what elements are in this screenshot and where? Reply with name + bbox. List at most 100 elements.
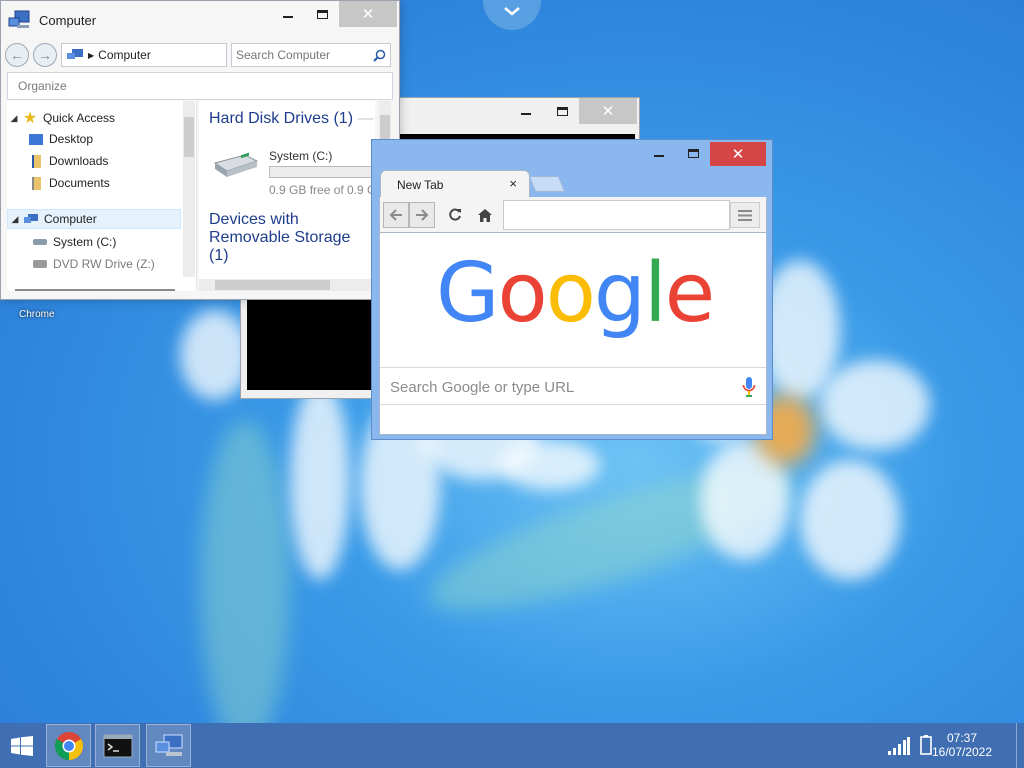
nav-label: DVD RW Drive (Z:) [53, 257, 155, 271]
reload-icon [449, 208, 461, 221]
google-search-placeholder: Search Google or type URL [390, 379, 575, 396]
address-text: Computer [98, 48, 151, 62]
arrow-right-icon: → [38, 47, 52, 63]
content-pane-horizontal-scrollbar[interactable] [199, 279, 375, 291]
arrow-left-icon [389, 209, 402, 221]
nav-item-desktop[interactable]: Desktop [13, 129, 93, 149]
group-title-line: Removable Storage [209, 229, 351, 246]
chevron-down-icon [504, 7, 520, 16]
hard-drive-icon [213, 152, 259, 177]
nav-item-dvd-drive[interactable]: DVD RW Drive (Z:) [17, 254, 155, 274]
drive-free-space: 0.9 GB free of 0.9 GB [269, 183, 375, 197]
chrome-window[interactable]: ✕ New Tab × Google Search Google or type… [371, 139, 773, 440]
nav-label: System (C:) [53, 235, 117, 249]
microphone-icon[interactable] [742, 376, 756, 398]
terminal-close-button[interactable]: ✕ [579, 98, 637, 124]
chrome-close-button[interactable]: ✕ [710, 142, 766, 166]
hamburger-menu-icon [738, 209, 752, 221]
windows-logo-icon [11, 736, 33, 756]
chrome-omnibox[interactable] [503, 200, 730, 230]
hard-drive-icon [31, 239, 49, 245]
drive-system-c[interactable]: System (C:) 0.9 GB free of 0.9 GB [211, 145, 375, 197]
terminal-maximize-button[interactable] [545, 98, 579, 124]
group-title-line: (1) [209, 247, 229, 264]
tab-label: New Tab [397, 178, 444, 192]
expand-triangle-icon: ◢ [11, 213, 19, 224]
nav-item-quick-access[interactable]: ◢ ★ Quick Access [7, 108, 179, 128]
clock-time: 07:37 [946, 731, 978, 745]
start-button[interactable] [11, 736, 33, 759]
computer-icon [67, 49, 83, 59]
search-icon [373, 49, 386, 62]
organize-label: Organize [18, 79, 67, 93]
taskbar-explorer-button[interactable] [146, 724, 191, 767]
terminal-minimize-button[interactable] [509, 98, 543, 124]
nav-pane-scrollbar[interactable] [183, 101, 195, 277]
computer-icon [155, 734, 182, 756]
nav-item-downloads[interactable]: Downloads [13, 151, 108, 171]
explorer-search-placeholder: Search Computer [236, 48, 331, 62]
breadcrumb-separator-icon: ▶ [88, 50, 95, 60]
nav-item-documents[interactable]: Documents [13, 173, 110, 193]
home-icon [478, 208, 492, 222]
taskbar-clock[interactable]: 07:37 16/07/2022 [922, 731, 1002, 759]
chrome-forward-button[interactable] [409, 202, 435, 228]
back-button[interactable]: ← [5, 43, 29, 67]
drive-name: System (C:) [269, 149, 333, 163]
new-tab-button[interactable] [528, 176, 566, 192]
nav-item-computer[interactable]: ◢ Computer [7, 209, 181, 229]
content-pane[interactable]: Hard Disk Drives (1) — System (C:) 0.9 G… [199, 101, 375, 279]
chrome-home-button[interactable] [472, 202, 498, 228]
explorer-maximize-button[interactable] [305, 1, 339, 27]
taskbar-chrome-button[interactable] [46, 724, 91, 767]
desktop-shortcut-chrome-label[interactable]: Chrome [19, 309, 55, 320]
chrome-menu-button[interactable] [730, 202, 760, 228]
hard-disk-drives-group-header[interactable]: Hard Disk Drives (1) — [209, 110, 373, 128]
google-logo-letter: l [643, 246, 667, 341]
tab-close-button[interactable]: × [509, 176, 517, 191]
address-bar[interactable]: ▶ Computer [61, 43, 227, 67]
tab-new-tab[interactable]: New Tab × [380, 170, 530, 198]
forward-button[interactable]: → [33, 43, 57, 67]
nav-label: Desktop [49, 132, 94, 146]
desktop-icon [27, 133, 45, 145]
dvd-drive-icon [31, 260, 49, 268]
explorer-search-input[interactable]: Search Computer [231, 43, 391, 67]
taskbar-terminal-button[interactable] [95, 724, 140, 767]
navigation-pane[interactable]: ◢ ★ Quick Access Desktop Downloads Docum… [7, 101, 197, 291]
organize-menu-button[interactable]: Organize [7, 72, 393, 100]
google-logo-letter: o [545, 246, 596, 341]
google-logo-letter: o [497, 246, 548, 341]
network-signal-icon[interactable] [888, 737, 910, 755]
nav-label: Quick Access [43, 111, 116, 125]
top-pulldown-handle[interactable] [483, 0, 541, 30]
star-icon: ★ [22, 110, 38, 127]
google-logo-letter: e [664, 246, 715, 341]
drive-usage-bar [269, 166, 375, 178]
google-logo-letter: G [436, 246, 500, 341]
nav-label: Documents [49, 176, 110, 190]
taskbar: 07:37 16/07/2022 [0, 723, 1024, 768]
clock-date: 16/07/2022 [931, 745, 993, 759]
chrome-minimize-button[interactable] [642, 140, 676, 166]
downloads-folder-icon [27, 154, 45, 168]
show-desktop-button[interactable] [1016, 723, 1024, 768]
computer-icon [22, 213, 40, 226]
explorer-window[interactable]: Computer ✕ ← → ▶ Computer Search Compute… [0, 0, 400, 300]
explorer-minimize-button[interactable] [271, 1, 305, 27]
google-logo: Google [436, 246, 715, 341]
arrow-right-icon [416, 209, 429, 221]
chrome-maximize-button[interactable] [676, 140, 710, 166]
nav-label: Computer [44, 212, 97, 226]
chrome-back-button[interactable] [383, 202, 409, 228]
nav-item-system-c[interactable]: System (C:) [17, 232, 116, 252]
nav-label: Downloads [49, 154, 109, 168]
group-title: Hard Disk Drives (1) [209, 110, 354, 127]
google-search-box[interactable]: Search Google or type URL [380, 367, 766, 405]
explorer-titlebar[interactable]: Computer ✕ [1, 1, 399, 37]
explorer-close-button[interactable]: ✕ [339, 1, 397, 27]
chrome-reload-button[interactable] [442, 202, 468, 228]
removable-storage-group-header[interactable]: Devices with Removable Storage (1) [209, 211, 350, 265]
documents-folder-icon [27, 176, 45, 190]
chrome-icon [54, 731, 83, 760]
